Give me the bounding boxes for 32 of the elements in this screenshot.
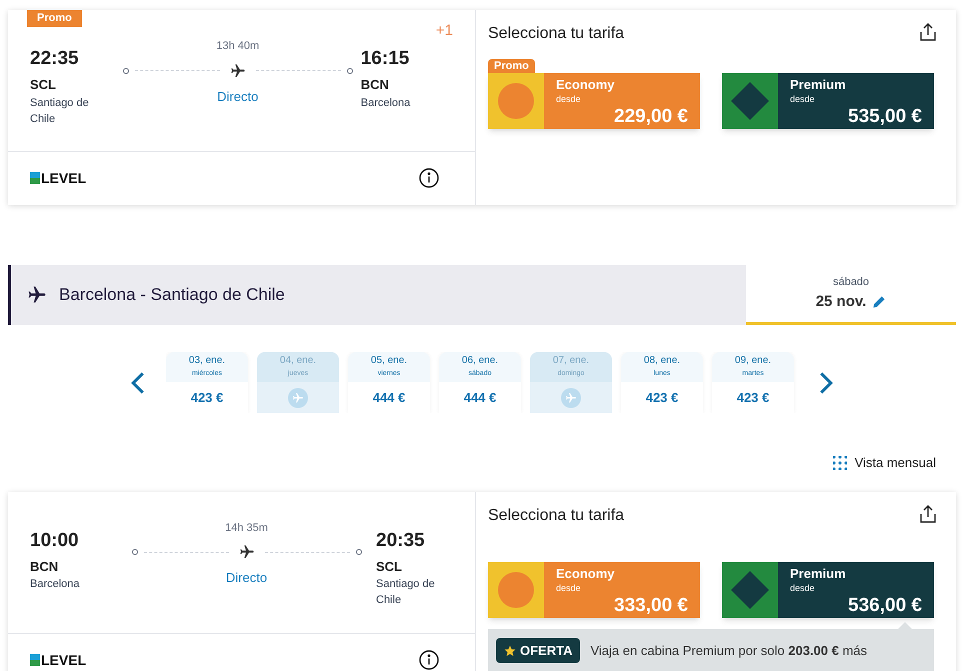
flight-card: Promo 22:35 SCL Santiago de Chile 13h 40m Directo 16:15 BCN Barcelona +1 LEVEL Selecciona tu tarifa Promo Economy desde 229,00 € Premium desde 535,00 € (8, 10, 956, 205)
offer-text: Viaja en cabina Premium por solo 203.00 € más (590, 642, 868, 660)
circle-icon (498, 83, 534, 119)
promo-badge: Promo (27, 10, 82, 27)
offer-badge: OFERTA (496, 638, 580, 664)
plane-icon (292, 392, 304, 404)
monthly-view-button[interactable]: Vista mensual (832, 453, 936, 472)
chevron-right-icon[interactable] (818, 370, 834, 394)
diamond-icon (730, 570, 770, 610)
diamond-icon (730, 81, 770, 121)
share-icon[interactable] (918, 22, 938, 42)
selected-date-tab[interactable]: sábado 25 nov. (746, 265, 956, 325)
chevron-left-icon[interactable] (130, 370, 146, 394)
plane-icon (230, 62, 246, 78)
info-icon[interactable] (419, 650, 439, 670)
airline-logo: LEVEL (30, 652, 86, 666)
pencil-icon[interactable] (872, 294, 886, 309)
plane-icon (27, 285, 47, 305)
route-header: Barcelona - Santiago de Chile (8, 265, 746, 325)
share-icon[interactable] (918, 504, 938, 524)
flight-card: 10:00 BCN Barcelona 14h 35m Directo 20:35 SCL Santiago de Chile LEVEL Selecciona tu tarifa Economy desde 333,00 € Premium desde 536,00 € OFERTA Viaja en cabina Premium por solo 203.00 € más (8, 492, 956, 671)
fare-heading: Selecciona tu tarifa (488, 506, 624, 526)
grid-icon (832, 456, 847, 470)
airline-logo: LEVEL (30, 171, 86, 185)
info-icon[interactable] (419, 168, 439, 188)
circle-icon (498, 572, 534, 608)
promo-badge: Promo (488, 59, 535, 73)
banner-pointer (898, 622, 912, 628)
plane-icon (565, 392, 577, 404)
fare-heading: Selecciona tu tarifa (488, 24, 624, 44)
plane-icon (238, 544, 254, 560)
star-icon (504, 644, 516, 656)
